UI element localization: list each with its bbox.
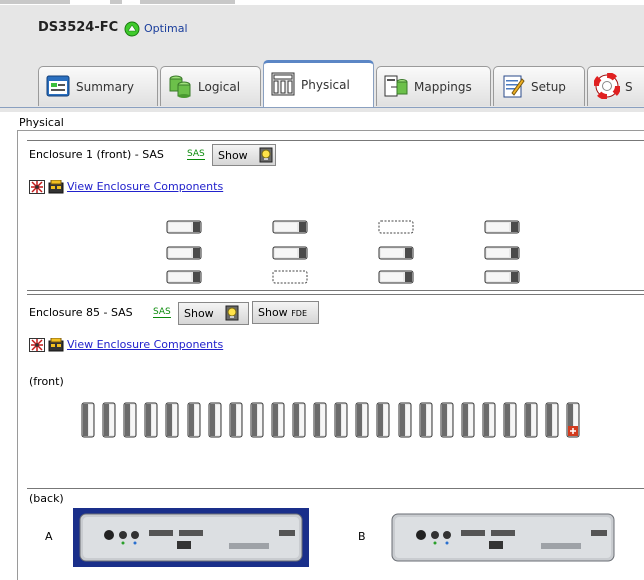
- enclosure1-show-button[interactable]: Show: [212, 144, 276, 166]
- mappings-icon: [384, 75, 408, 97]
- enclosure1-sas-badge: SAS: [187, 149, 205, 160]
- physical-icon: [271, 72, 295, 96]
- enclosure85-sas-badge: SAS: [153, 307, 171, 318]
- controller-b-graphic: [391, 513, 615, 562]
- summary-icon: [46, 75, 70, 97]
- drive-bay[interactable]: [166, 246, 202, 260]
- front-label: (front): [29, 375, 64, 388]
- empty-drive-bay[interactable]: [378, 220, 414, 234]
- drive-bay[interactable]: [419, 402, 433, 438]
- drive-bay[interactable]: [208, 402, 222, 438]
- drive-bay[interactable]: [378, 246, 414, 260]
- tab-mappings-label: Mappings: [414, 80, 472, 94]
- tab-summary-label: Summary: [76, 80, 134, 94]
- drive-bay[interactable]: [229, 402, 243, 438]
- tab-setup[interactable]: Setup: [493, 66, 585, 106]
- drive-bay[interactable]: [166, 270, 202, 284]
- locate-icon: [225, 305, 239, 321]
- drive-bay[interactable]: [398, 402, 412, 438]
- drive-bay[interactable]: [503, 402, 517, 438]
- tab-physical-label: Physical: [301, 78, 350, 92]
- tab-support-label: S: [625, 80, 633, 94]
- drive-bay[interactable]: [144, 402, 158, 438]
- tab-setup-label: Setup: [531, 80, 566, 94]
- enclosure1-show-label: Show: [218, 149, 248, 162]
- drive-bay-fault[interactable]: [566, 402, 580, 438]
- drive-bay[interactable]: [102, 402, 116, 438]
- content-title: Physical: [19, 116, 64, 129]
- drive-bay[interactable]: [440, 402, 454, 438]
- drive-bay[interactable]: [272, 246, 308, 260]
- enclosure85-show-label: Show: [184, 307, 214, 320]
- enclosure85-show-fde-button[interactable]: Show FDE: [252, 301, 319, 324]
- back-divider: [27, 488, 644, 489]
- controller-a[interactable]: [73, 508, 309, 567]
- back-label: (back): [29, 492, 64, 505]
- fan-component-icon: [29, 338, 45, 352]
- drive-bay[interactable]: [482, 402, 496, 438]
- power-component-icon: [48, 338, 64, 352]
- controller-b-label: B: [358, 530, 366, 543]
- drive-bay[interactable]: [376, 402, 390, 438]
- status-text[interactable]: Optimal: [144, 22, 188, 35]
- storage-system-name: DS3524-FC: [38, 20, 119, 35]
- drive-bay[interactable]: [250, 402, 264, 438]
- drive-bay[interactable]: [461, 402, 475, 438]
- drive-bay[interactable]: [81, 402, 95, 438]
- tab-logical-label: Logical: [198, 80, 241, 94]
- drive-bay[interactable]: [524, 402, 538, 438]
- drive-bay[interactable]: [484, 220, 520, 234]
- fde-badge: FDE: [291, 309, 308, 318]
- tab-logical[interactable]: Logical: [160, 66, 261, 106]
- drive-bay[interactable]: [545, 402, 559, 438]
- controller-a-graphic: [79, 513, 303, 562]
- enclosure85-view-components-link[interactable]: View Enclosure Components: [67, 338, 223, 351]
- controller-a-label: A: [45, 530, 53, 543]
- tab-support[interactable]: S: [587, 66, 644, 106]
- tab-physical[interactable]: Physical: [263, 60, 374, 108]
- enclosure85-top-divider: [27, 290, 644, 291]
- locate-icon: [259, 147, 273, 163]
- drive-bay[interactable]: [292, 402, 306, 438]
- show-fde-label: Show: [258, 306, 288, 319]
- logical-icon: [169, 75, 191, 98]
- enclosure1-top-divider: [27, 140, 644, 141]
- drive-bay[interactable]: [271, 402, 285, 438]
- enclosure85-top-divider-2: [27, 294, 644, 295]
- drive-bay[interactable]: [355, 402, 369, 438]
- tab-mappings[interactable]: Mappings: [376, 66, 491, 106]
- optimal-status-icon: [124, 21, 140, 37]
- drive-bay[interactable]: [165, 402, 179, 438]
- drive-bay[interactable]: [187, 402, 201, 438]
- enclosure85-show-button[interactable]: Show: [178, 302, 249, 325]
- drive-bay[interactable]: [272, 220, 308, 234]
- enclosure1-label: Enclosure 1 (front) - SAS: [29, 148, 164, 161]
- controller-b[interactable]: [385, 508, 621, 567]
- power-component-icon: [48, 180, 64, 194]
- empty-drive-bay[interactable]: [272, 270, 308, 284]
- fan-component-icon: [29, 180, 45, 194]
- drive-bay[interactable]: [166, 220, 202, 234]
- enclosure85-label: Enclosure 85 - SAS: [29, 306, 133, 319]
- setup-icon: [503, 75, 525, 98]
- drive-bay[interactable]: [484, 246, 520, 260]
- tab-summary[interactable]: Summary: [38, 66, 158, 106]
- tab-divider: [0, 107, 644, 108]
- top-strip: [0, 0, 644, 5]
- drive-bay[interactable]: [123, 402, 137, 438]
- drive-bay[interactable]: [378, 270, 414, 284]
- enclosure1-view-components-link[interactable]: View Enclosure Components: [67, 180, 223, 193]
- drive-bay[interactable]: [484, 270, 520, 284]
- drive-bay[interactable]: [334, 402, 348, 438]
- support-icon: [594, 73, 620, 99]
- drive-bay[interactable]: [313, 402, 327, 438]
